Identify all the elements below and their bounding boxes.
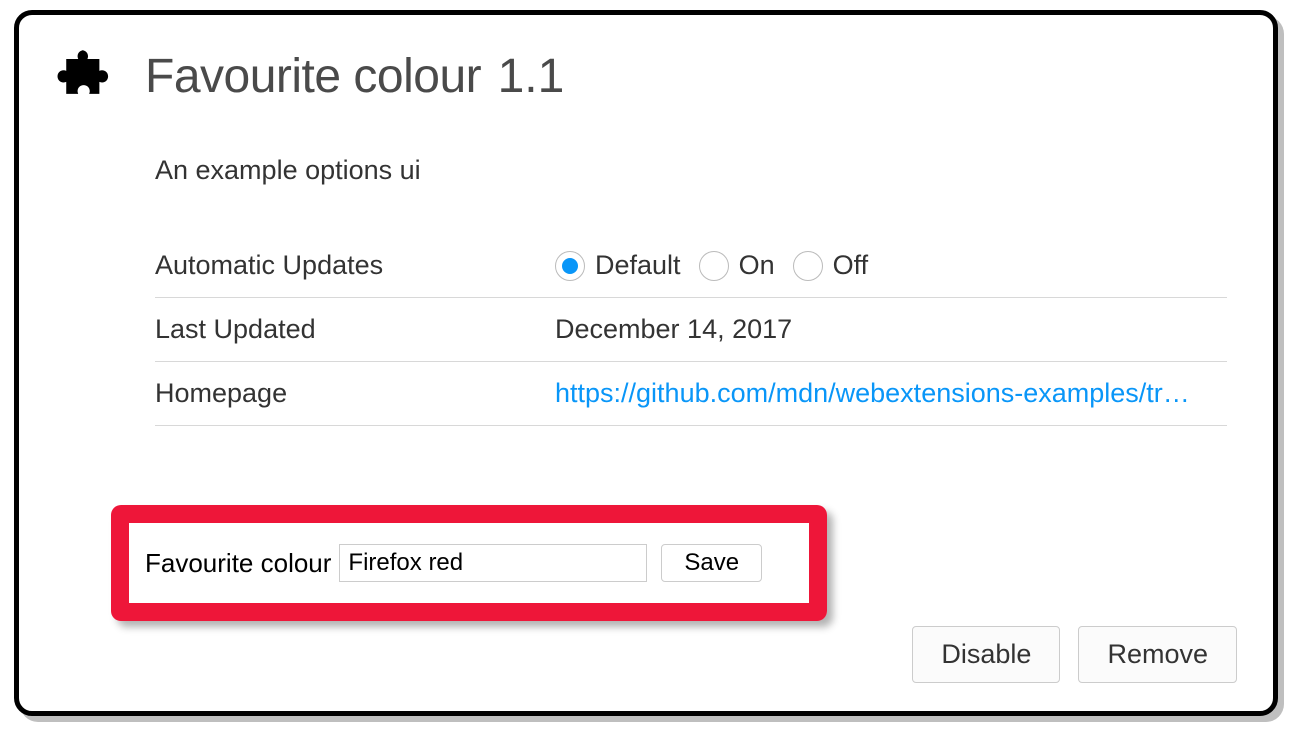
last-updated-value: December 14, 2017 [555,314,1227,345]
automatic-updates-options: Default On Off [555,250,1227,281]
homepage-value: https://github.com/mdn/webextensions-exa… [555,378,1227,409]
extension-details-panel: Favourite colour 1.1 An example options … [14,10,1278,716]
homepage-row: Homepage https://github.com/mdn/webexten… [155,362,1227,426]
favourite-colour-label: Favourite colour [145,548,331,579]
last-updated-row: Last Updated December 14, 2017 [155,298,1227,362]
favourite-colour-input[interactable] [339,544,647,582]
disable-button[interactable]: Disable [912,626,1060,683]
radio-off[interactable] [793,251,823,281]
homepage-label: Homepage [155,378,555,409]
automatic-updates-row: Automatic Updates Default On Off [155,250,1227,298]
extension-version: 1.1 [498,50,565,103]
extension-description: An example options ui [155,155,1237,186]
footer-buttons: Disable Remove [912,626,1237,683]
radio-item-off: Off [793,250,869,281]
radio-item-on: On [699,250,775,281]
extension-header: Favourite colour 1.1 [55,45,1237,107]
extension-title: Favourite colour [145,50,481,103]
radio-on[interactable] [699,251,729,281]
info-table: Automatic Updates Default On Off Last Up… [155,250,1227,426]
radio-off-label: Off [833,250,869,281]
radio-default[interactable] [555,251,585,281]
title-wrapper: Favourite colour 1.1 [145,49,564,104]
last-updated-label: Last Updated [155,314,555,345]
homepage-link[interactable]: https://github.com/mdn/webextensions-exa… [555,378,1190,409]
automatic-updates-label: Automatic Updates [155,250,555,281]
save-button[interactable]: Save [661,544,762,582]
radio-on-label: On [739,250,775,281]
options-form-highlight: Favourite colour Save [111,505,827,621]
radio-item-default: Default [555,250,681,281]
puzzle-piece-icon [55,45,117,107]
radio-default-label: Default [595,250,681,281]
remove-button[interactable]: Remove [1078,626,1237,683]
